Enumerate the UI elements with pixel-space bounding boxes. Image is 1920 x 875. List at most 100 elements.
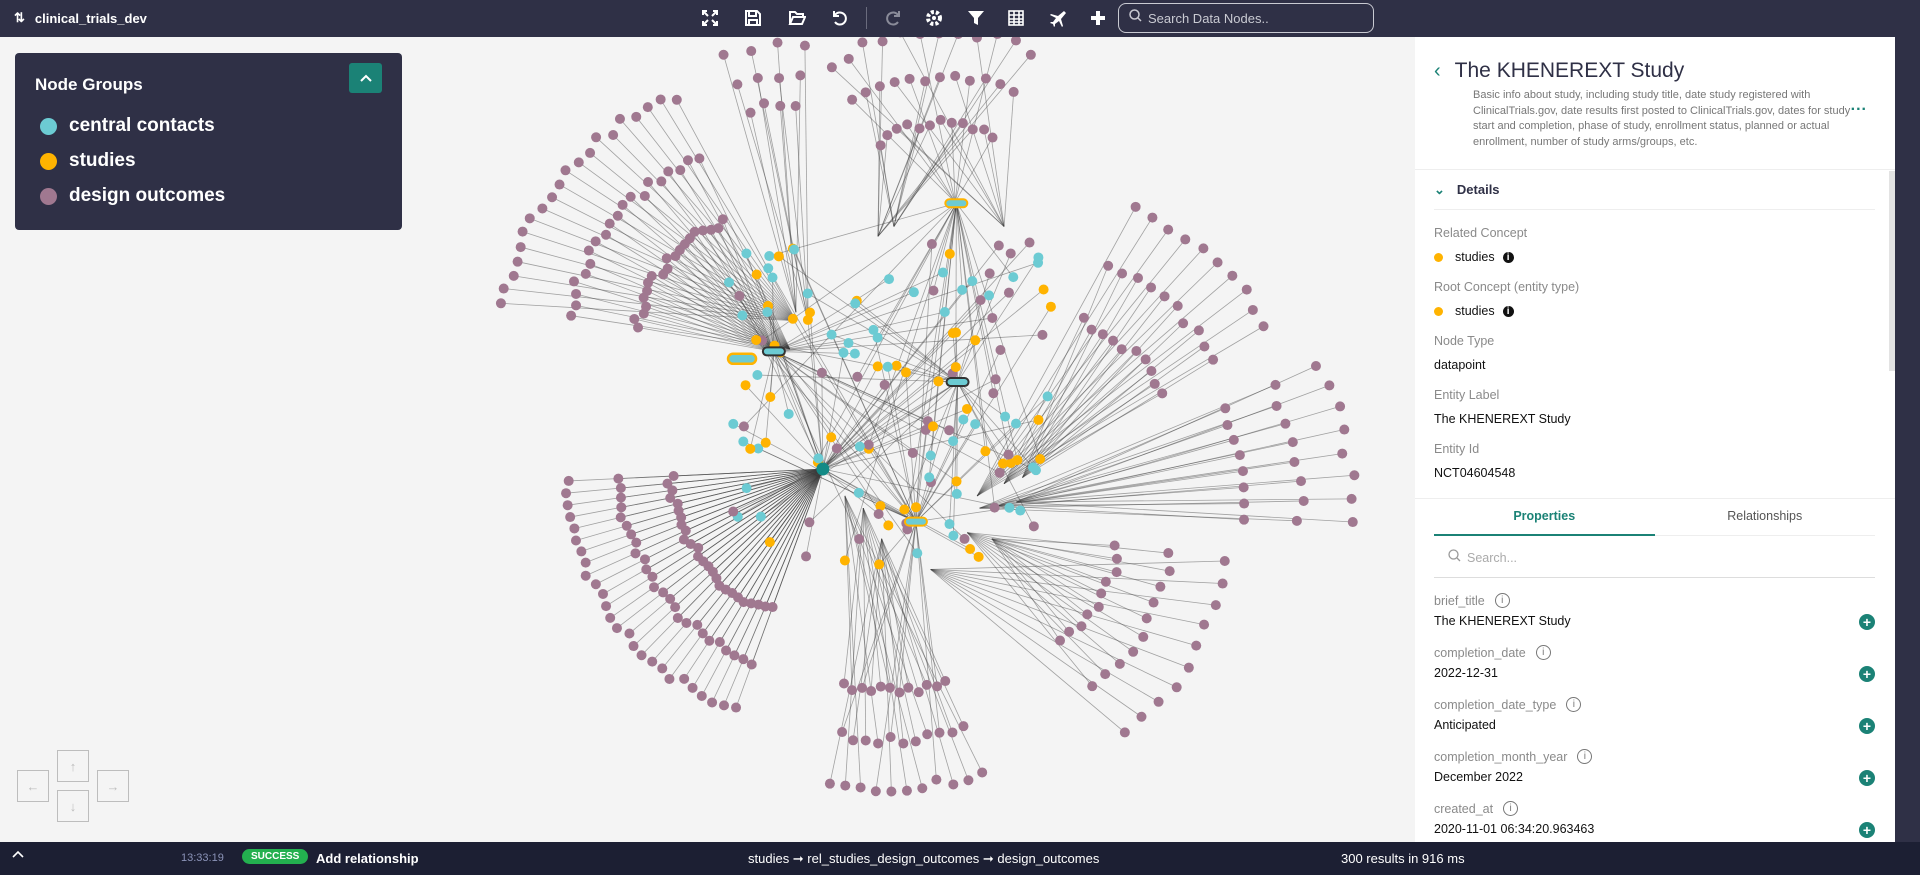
graph-hub-node[interactable] — [945, 377, 970, 388]
graph-node[interactable] — [1114, 658, 1125, 669]
graph-node[interactable] — [738, 654, 749, 665]
graph-node[interactable] — [580, 557, 591, 568]
graph-node[interactable] — [920, 76, 931, 87]
graph-node[interactable] — [1258, 321, 1269, 332]
graph-node[interactable] — [636, 650, 647, 661]
graph-node[interactable] — [745, 107, 756, 118]
graph-node[interactable] — [1217, 578, 1228, 589]
graph-node[interactable] — [732, 79, 743, 90]
graph-node[interactable] — [671, 94, 682, 105]
fullscreen-icon[interactable] — [698, 6, 722, 30]
graph-node[interactable] — [831, 443, 842, 454]
graph-node[interactable] — [816, 462, 830, 476]
graph-node[interactable] — [908, 287, 919, 298]
redo-icon[interactable] — [881, 6, 905, 30]
graph-node[interactable] — [600, 229, 611, 240]
add-property-button[interactable]: + — [1859, 822, 1875, 838]
graph-node[interactable] — [512, 256, 523, 267]
graph-node[interactable] — [626, 529, 637, 540]
graph-node[interactable] — [561, 488, 572, 499]
graph-node[interactable] — [857, 37, 868, 48]
graph-node[interactable] — [787, 313, 798, 324]
graph-node[interactable] — [855, 782, 866, 793]
graph-node[interactable] — [938, 267, 949, 278]
graph-node[interactable] — [899, 504, 910, 515]
graph-node[interactable] — [568, 276, 579, 287]
graph-node[interactable] — [569, 523, 580, 534]
graph-node[interactable] — [1198, 243, 1209, 254]
tab-relationships[interactable]: Relationships — [1654, 499, 1875, 536]
graph-node[interactable] — [672, 612, 683, 623]
graph-node[interactable] — [679, 673, 690, 684]
graph-node[interactable] — [953, 37, 963, 40]
graph-node[interactable] — [1064, 626, 1075, 637]
graph-node[interactable] — [717, 214, 728, 225]
graph-node[interactable] — [884, 682, 895, 693]
graph-node[interactable] — [728, 506, 739, 517]
graph-node[interactable] — [1227, 270, 1238, 281]
graph-node[interactable] — [1140, 354, 1151, 365]
graph-node[interactable] — [767, 272, 778, 283]
graph-node[interactable] — [729, 650, 740, 661]
graph-node[interactable] — [951, 488, 962, 499]
graph-node[interactable] — [802, 314, 813, 325]
graph-node[interactable] — [1287, 437, 1298, 448]
graph-node[interactable] — [1130, 201, 1141, 212]
graph-node[interactable] — [746, 46, 757, 57]
graph-node[interactable] — [913, 687, 924, 698]
graph-node[interactable] — [970, 419, 981, 430]
graph-node[interactable] — [962, 403, 973, 414]
graph-node[interactable] — [537, 203, 548, 214]
graph-node[interactable] — [931, 774, 942, 785]
graph-node[interactable] — [944, 425, 955, 436]
graph-node[interactable] — [1228, 434, 1239, 445]
graph-node[interactable] — [866, 686, 877, 697]
graph-node[interactable] — [1076, 621, 1087, 632]
graph-node[interactable] — [565, 512, 576, 523]
graph-node[interactable] — [591, 132, 602, 143]
graph-node[interactable] — [959, 533, 970, 544]
graph-node[interactable] — [642, 102, 653, 113]
graph-node[interactable] — [1238, 482, 1249, 493]
graph-node[interactable] — [1082, 609, 1093, 620]
graph-node[interactable] — [760, 437, 771, 448]
graph-node[interactable] — [802, 288, 813, 299]
graph-node[interactable] — [958, 414, 969, 425]
graph-node[interactable] — [1222, 420, 1233, 431]
graph-node[interactable] — [910, 736, 921, 747]
graph-node[interactable] — [1241, 284, 1252, 295]
graph-node[interactable] — [615, 492, 626, 503]
graph-node[interactable] — [992, 37, 1002, 39]
graph-node[interactable] — [625, 191, 636, 202]
pan-down-button[interactable]: ↓ — [57, 790, 89, 822]
graph-node[interactable] — [994, 467, 1005, 478]
graph-node[interactable] — [995, 344, 1006, 355]
back-chevron-icon[interactable]: ‹ — [1434, 60, 1441, 83]
graph-node[interactable] — [912, 548, 923, 559]
graph-node[interactable] — [692, 619, 703, 630]
graph-node[interactable] — [615, 512, 626, 523]
graph-node[interactable] — [970, 335, 981, 346]
graph-node[interactable] — [891, 123, 902, 134]
graph-node[interactable] — [1159, 291, 1170, 302]
graph-node[interactable] — [1191, 640, 1202, 651]
graph-node[interactable] — [873, 738, 884, 749]
table-icon[interactable] — [1004, 6, 1028, 30]
collapse-legend-button[interactable] — [349, 63, 382, 93]
graph-node[interactable] — [860, 87, 871, 98]
graph-node[interactable] — [1148, 597, 1159, 608]
graph-node[interactable] — [926, 239, 937, 250]
graph-node[interactable] — [939, 306, 950, 317]
gear-icon[interactable] — [922, 6, 946, 30]
graph-node[interactable] — [935, 114, 946, 125]
graph-node[interactable] — [495, 298, 506, 309]
graph-node[interactable] — [914, 123, 925, 134]
graph-node[interactable] — [617, 199, 628, 210]
graph-node[interactable] — [1028, 521, 1039, 532]
graph-node[interactable] — [639, 190, 650, 201]
graph-node[interactable] — [951, 327, 962, 338]
graph-node[interactable] — [1119, 727, 1130, 738]
graph-node[interactable] — [1100, 576, 1111, 587]
graph-node[interactable] — [934, 727, 945, 738]
graph-node[interactable] — [1335, 401, 1346, 412]
